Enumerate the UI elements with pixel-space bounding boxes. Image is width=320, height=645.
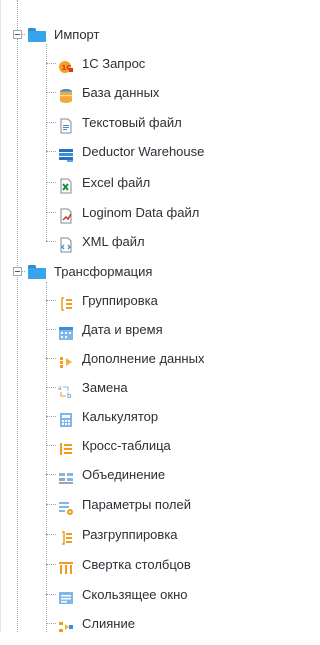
tree-item-cross-table[interactable]: Кросс-таблица bbox=[58, 431, 171, 460]
tree-item-label: Калькулятор bbox=[82, 409, 159, 424]
tree-item-database[interactable]: База данных bbox=[58, 78, 159, 107]
tree-guide bbox=[46, 594, 56, 595]
tree-item-field-params[interactable]: Параметры полей bbox=[58, 490, 191, 519]
tree-item-label: 1C Запрос bbox=[82, 56, 146, 71]
tree-guide bbox=[46, 92, 56, 93]
tree-guide-transformation bbox=[46, 282, 47, 632]
tree-item-data-augment[interactable]: Дополнение данных bbox=[58, 344, 204, 373]
1c-query-icon: 1C bbox=[58, 56, 74, 73]
tree-item-grouping[interactable]: Группировка bbox=[58, 286, 158, 315]
tree-item-column-fold[interactable]: Свертка столбцов bbox=[58, 550, 191, 579]
tree-item-label: Excel файл bbox=[82, 175, 151, 190]
tree-guide bbox=[46, 63, 56, 64]
tree-guide bbox=[46, 445, 56, 446]
tree-item-label: Loginom Data файл bbox=[82, 205, 200, 220]
tree-item-label: Кросс-таблица bbox=[82, 438, 171, 453]
group-label: Трансформация bbox=[54, 264, 153, 279]
collapse-toggle[interactable] bbox=[13, 267, 22, 276]
tree-item-label: Параметры полей bbox=[82, 497, 191, 512]
tree-guide bbox=[46, 358, 56, 359]
tree-item-datetime[interactable]: Дата и время bbox=[58, 315, 163, 344]
column-fold-icon bbox=[58, 557, 74, 574]
tree-guide bbox=[46, 474, 56, 475]
warehouse-icon bbox=[58, 144, 74, 162]
tree-item-label: База данных bbox=[82, 85, 160, 100]
sliding-window-icon bbox=[58, 587, 74, 604]
merge-icon bbox=[58, 616, 74, 632]
tree-item-ungrouping[interactable]: Разгруппировка bbox=[58, 520, 178, 549]
tree-item-label: Дополнение данных bbox=[82, 351, 205, 366]
component-tree: Импорт 1C 1C Запрос База данных Текстовы… bbox=[0, 0, 270, 632]
tree-item-label: Дата и время bbox=[82, 322, 163, 337]
grouping-icon bbox=[58, 293, 74, 311]
tree-item-label: Разгруппировка bbox=[82, 527, 178, 542]
xml-file-icon bbox=[58, 234, 74, 252]
tree-guide bbox=[46, 212, 56, 213]
tree-item-label: Скользящее окно bbox=[82, 587, 188, 602]
tree-guide bbox=[46, 387, 56, 388]
tree-item-label: Группировка bbox=[82, 293, 158, 308]
folder-icon bbox=[28, 27, 46, 42]
tree-guide bbox=[46, 300, 56, 301]
tree-guide bbox=[46, 241, 56, 242]
tree-item-sliding-window[interactable]: Скользящее окно bbox=[58, 580, 187, 609]
data-augment-icon bbox=[58, 351, 74, 368]
group-transformation[interactable]: Трансформация bbox=[13, 257, 152, 286]
ungrouping-icon bbox=[58, 527, 74, 545]
tree-guide bbox=[46, 564, 56, 565]
folder-icon bbox=[28, 264, 46, 279]
tree-item-text-file[interactable]: Текстовый файл bbox=[58, 108, 182, 137]
tree-guide bbox=[46, 151, 56, 152]
loginom-data-file-icon bbox=[58, 205, 74, 223]
tree-item-xml-file[interactable]: XML файл bbox=[58, 227, 145, 256]
tree-guide bbox=[46, 329, 56, 330]
datetime-icon bbox=[58, 322, 74, 340]
tree-item-deductor-warehouse[interactable]: Deductor Warehouse bbox=[58, 137, 204, 166]
tree-guide bbox=[46, 416, 56, 417]
database-icon bbox=[58, 85, 74, 103]
tree-item-label: Текстовый файл bbox=[82, 115, 182, 130]
tree-item-calculator[interactable]: Калькулятор bbox=[58, 402, 158, 431]
group-import[interactable]: Импорт bbox=[13, 20, 99, 49]
replace-icon: ab bbox=[58, 380, 74, 400]
tree-item-replace[interactable]: ab Замена bbox=[58, 373, 128, 402]
tree-item-label: Свертка столбцов bbox=[82, 557, 191, 572]
text-file-icon bbox=[58, 115, 74, 133]
cross-table-icon bbox=[58, 438, 74, 455]
svg-text:b: b bbox=[67, 392, 72, 399]
group-label: Импорт bbox=[54, 27, 100, 42]
tree-item-1c-query[interactable]: 1C 1C Запрос bbox=[58, 49, 145, 78]
union-icon bbox=[58, 467, 74, 484]
tree-guide bbox=[46, 623, 56, 624]
excel-file-icon bbox=[58, 175, 74, 193]
tree-item-label: Замена bbox=[82, 380, 128, 395]
tree-item-union[interactable]: Объединение bbox=[58, 460, 165, 489]
tree-guide bbox=[46, 182, 56, 183]
tree-guide bbox=[46, 122, 56, 123]
tree-item-label: Объединение bbox=[82, 467, 166, 482]
tree-item-label: Слияние bbox=[82, 616, 135, 631]
svg-text:a: a bbox=[58, 385, 62, 392]
tree-item-merge[interactable]: Слияние bbox=[58, 609, 135, 638]
tree-item-excel-file[interactable]: Excel файл bbox=[58, 168, 150, 197]
tree-item-loginom-data-file[interactable]: Loginom Data файл bbox=[58, 198, 199, 227]
tree-item-label: Deductor Warehouse bbox=[82, 144, 205, 159]
tree-guide-root bbox=[17, 0, 18, 632]
tree-guide bbox=[46, 534, 56, 535]
tree-item-label: XML файл bbox=[82, 234, 145, 249]
tree-guide bbox=[46, 504, 56, 505]
collapse-toggle[interactable] bbox=[13, 30, 22, 39]
field-params-icon bbox=[58, 497, 74, 515]
calculator-icon bbox=[58, 409, 74, 427]
